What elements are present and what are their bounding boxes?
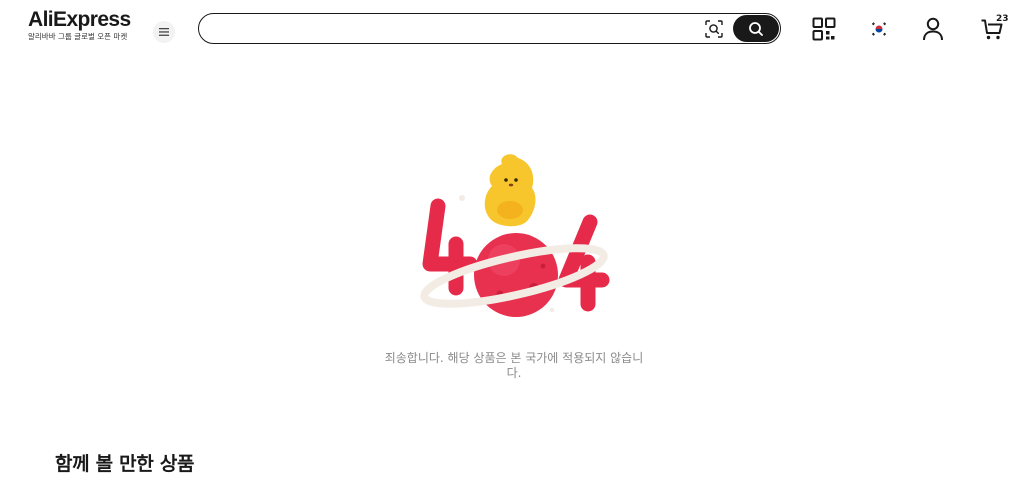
search-icon bbox=[749, 21, 763, 36]
account-button[interactable] bbox=[921, 16, 945, 42]
camera-search-icon bbox=[705, 20, 723, 38]
menu-button[interactable] bbox=[153, 21, 175, 43]
site-header: AliExpress 알리바바 그룹 글로벌 오픈 마켓 23 bbox=[0, 0, 1024, 58]
region-selector[interactable] bbox=[869, 19, 889, 39]
hamburger-menu-icon bbox=[159, 28, 169, 36]
error-message: 죄송합니다. 해당 상품은 본 국가에 적용되지 않습니다. bbox=[384, 351, 644, 380]
logo[interactable]: AliExpress 알리바바 그룹 글로벌 오픈 마켓 bbox=[28, 8, 131, 42]
logo-text: AliExpress bbox=[28, 8, 131, 31]
search-bar bbox=[198, 13, 781, 44]
cart-count-badge: 23 bbox=[996, 14, 1009, 24]
qr-code-icon bbox=[812, 17, 836, 41]
user-icon bbox=[923, 17, 943, 41]
search-input[interactable] bbox=[213, 20, 697, 40]
404-illustration bbox=[412, 148, 612, 326]
recommendations-title: 함께 볼 만한 상품 bbox=[55, 453, 195, 475]
qr-code-button[interactable] bbox=[812, 16, 836, 42]
logo-subtitle: 알리바바 그룹 글로벌 오픈 마켓 bbox=[28, 32, 128, 41]
camera-search-button[interactable] bbox=[703, 19, 725, 39]
search-button[interactable] bbox=[733, 15, 779, 42]
korea-flag-icon bbox=[869, 19, 889, 39]
